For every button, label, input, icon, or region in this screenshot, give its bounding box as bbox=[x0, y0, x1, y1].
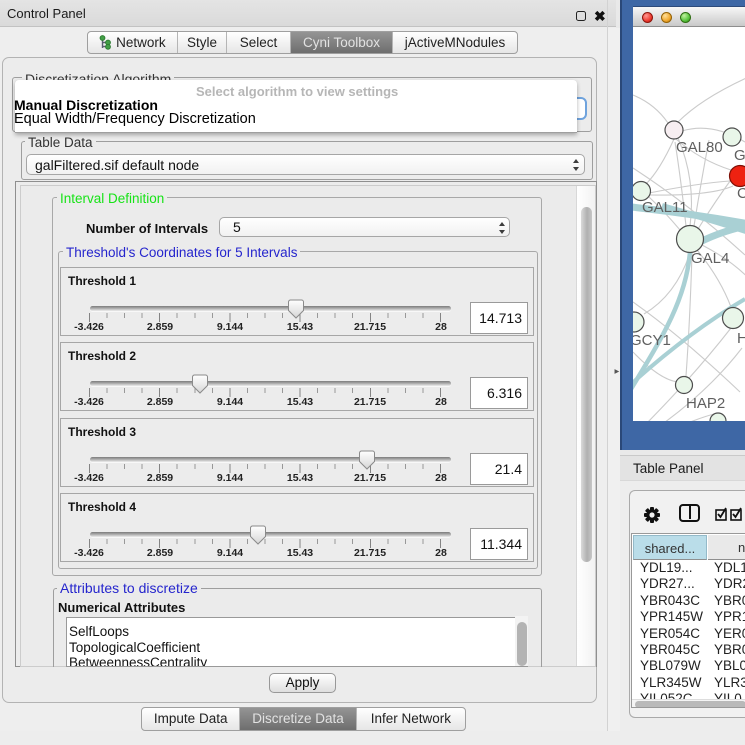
svg-text:GAL11: GAL11 bbox=[642, 199, 688, 216]
svg-text:GCY1: GCY1 bbox=[633, 332, 671, 349]
svg-text:C: C bbox=[737, 185, 745, 202]
svg-text:GA: GA bbox=[734, 147, 745, 164]
svg-text:H: H bbox=[737, 330, 745, 347]
svg-text:HAP2: HAP2 bbox=[686, 395, 725, 412]
svg-text:GAL4: GAL4 bbox=[691, 250, 729, 267]
svg-text:GAL80: GAL80 bbox=[676, 139, 723, 156]
